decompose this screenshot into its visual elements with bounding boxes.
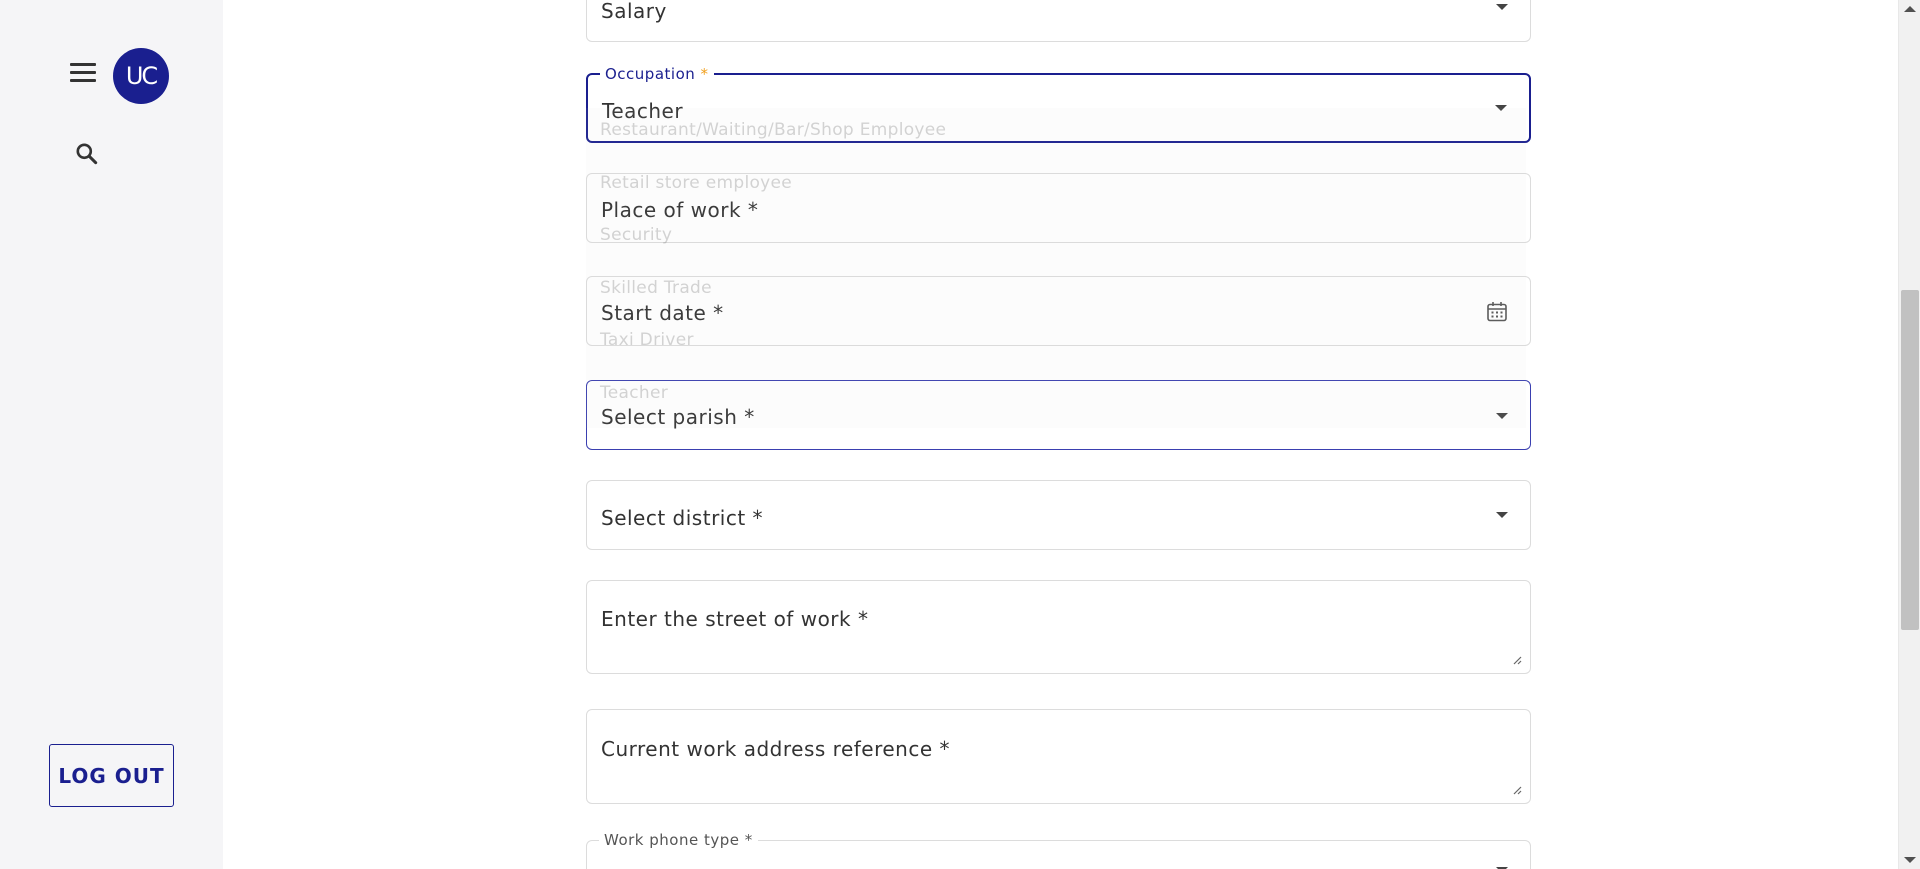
logout-button[interactable]: LOG OUT: [49, 744, 174, 807]
work-address-reference-label: Current work address reference *: [601, 737, 951, 761]
occupation-label: Occupation *: [600, 65, 714, 83]
start-date-label: Start date *: [601, 301, 724, 325]
occupation-select[interactable]: Occupation * Teacher: [586, 65, 1531, 143]
street-of-work-textarea[interactable]: Enter the street of work *: [586, 580, 1531, 674]
parish-label: Select parish *: [601, 405, 755, 429]
main-content: Salary Occupation * Teacher Place of wor…: [223, 0, 1898, 869]
scroll-up-icon[interactable]: [1904, 6, 1916, 12]
search-icon[interactable]: [74, 141, 100, 167]
calendar-icon[interactable]: [1486, 301, 1508, 327]
scroll-down-icon[interactable]: [1904, 857, 1916, 863]
work-phone-type-label: Work phone type *: [599, 831, 758, 849]
hamburger-menu-icon[interactable]: [70, 63, 96, 83]
parish-select[interactable]: Select parish *: [586, 380, 1531, 450]
page-scrollbar[interactable]: [1898, 0, 1920, 869]
chevron-down-icon: [1495, 105, 1507, 111]
sidebar: UC LOG OUT: [0, 0, 223, 869]
street-of-work-label: Enter the street of work *: [601, 607, 869, 631]
avatar[interactable]: UC: [113, 48, 169, 104]
occupation-value: Teacher: [602, 99, 684, 123]
income-type-select[interactable]: Salary: [586, 0, 1531, 42]
chevron-down-icon: [1496, 4, 1508, 10]
scroll-thumb[interactable]: [1901, 290, 1919, 630]
resize-handle-icon[interactable]: [1512, 785, 1522, 795]
place-of-work-input[interactable]: Place of work *: [586, 173, 1531, 243]
chevron-down-icon: [1496, 413, 1508, 419]
work-address-reference-textarea[interactable]: Current work address reference *: [586, 709, 1531, 804]
place-of-work-label: Place of work *: [601, 198, 759, 222]
start-date-input[interactable]: Start date *: [586, 276, 1531, 346]
district-label: Select district *: [601, 506, 764, 530]
work-phone-type-select[interactable]: Work phone type *: [586, 831, 1531, 869]
income-type-value: Salary: [601, 0, 667, 23]
chevron-down-icon: [1496, 512, 1508, 518]
district-select[interactable]: Select district *: [586, 480, 1531, 550]
resize-handle-icon[interactable]: [1512, 655, 1522, 665]
